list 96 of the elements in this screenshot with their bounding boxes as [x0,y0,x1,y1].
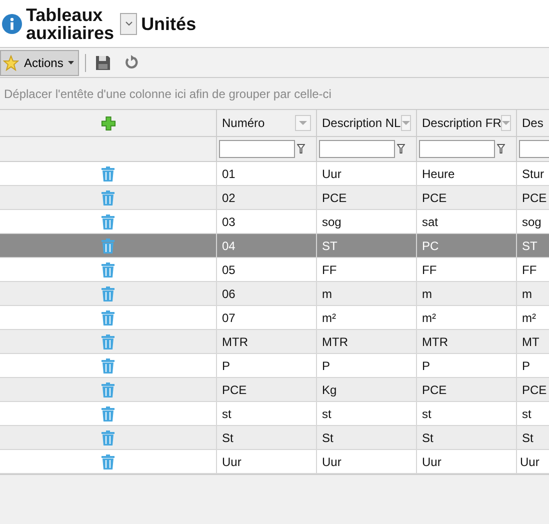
table-cell: P [516,354,549,378]
trash-icon[interactable] [101,334,115,350]
column-menu-button[interactable] [295,115,311,131]
table-cell: St [416,426,516,450]
table-cell: m [416,282,516,306]
chevron-down-icon [124,21,133,26]
column-header[interactable]: Description FR [416,110,516,137]
trash-icon[interactable] [101,358,115,374]
table-cell: St [316,426,416,450]
table-cell: Stur [516,162,549,186]
trash-icon[interactable] [101,310,115,326]
table-cell: PCE [416,186,516,210]
trash-icon[interactable] [101,430,115,446]
column-menu-button[interactable] [400,115,411,131]
table-cell: MTR [416,330,516,354]
table-cell: sat [416,210,516,234]
table-cell: PC [416,234,516,258]
table-cell: st [516,402,549,426]
table-cell: MTR [216,330,316,354]
table-cell: PCE [516,378,549,402]
column-header[interactable]: Numéro [216,110,316,137]
caret-icon [402,120,410,126]
table-cell: m [316,282,416,306]
table-cell: PCE [316,186,416,210]
table-cell: 03 [216,210,316,234]
table-cell: 07 [216,306,316,330]
trash-icon[interactable] [101,214,115,230]
table-cell: 02 [216,186,316,210]
table-cell: ST [516,234,549,258]
table-cell: st [416,402,516,426]
column-header[interactable]: Des [516,110,549,137]
table-cell: FF [516,258,549,282]
group-hint: Déplacer l'entête d'une colonne ici afin de grouper par celle-ci [4,86,332,100]
filter-field[interactable] [319,140,395,158]
filter-field[interactable] [219,140,295,158]
column-title: Description FR [422,116,502,130]
table-cell: st [316,402,416,426]
page-title: Tableaux auxiliaires [26,6,114,42]
table-cell: Uur [316,162,416,186]
table-cell: PCE [516,186,549,210]
table-cell: ST [316,234,416,258]
trash-icon[interactable] [101,406,115,422]
table-cell: sog [516,210,549,234]
table-cell: m² [516,306,549,330]
table-cell: 01 [216,162,316,186]
trash-icon[interactable] [101,238,115,254]
table-name: Unités [141,14,196,32]
table-cell: PCE [216,378,316,402]
trash-icon[interactable] [101,286,115,302]
caret-icon [68,60,74,64]
column-title: Description NL [322,116,401,130]
add-icon[interactable] [100,116,116,130]
trash-icon[interactable] [101,454,115,470]
table-cell: Uur [316,450,416,474]
dropdown-button[interactable] [120,12,138,34]
trash-icon[interactable] [101,166,115,182]
column-title: Des [522,116,544,130]
caret-icon [299,120,307,126]
table-cell: P [216,354,316,378]
table-cell: P [416,354,516,378]
save-icon[interactable] [95,54,112,70]
table-cell: PCE [416,378,516,402]
table-cell: st [216,402,316,426]
table-cell: P [316,354,416,378]
table-cell: Kg [316,378,416,402]
table-cell: FF [316,258,416,282]
filter-icon[interactable] [397,144,405,154]
trash-icon[interactable] [101,190,115,206]
trash-icon[interactable] [101,262,115,278]
table-cell: St [516,426,549,450]
table-cell: 06 [216,282,316,306]
actions-button[interactable]: Actions [0,50,80,76]
column-title: Numéro [222,116,265,130]
table-cell: Uur [416,450,516,474]
filter-field[interactable] [419,140,495,158]
table-cell: Uur [216,450,316,474]
filter-icon[interactable] [497,144,505,154]
table-cell: 05 [216,258,316,282]
column-header[interactable]: Description NL [316,110,416,137]
table-cell: m² [416,306,516,330]
trash-icon[interactable] [101,382,115,398]
table-cell: m² [316,306,416,330]
table-cell: m [516,282,549,306]
caret-icon [502,120,510,126]
star-icon [3,54,19,70]
table-cell: MT [516,330,549,354]
column-menu-button[interactable] [501,115,512,131]
table-cell: MTR [316,330,416,354]
table-cell: FF [416,258,516,282]
table-cell: St [216,426,316,450]
table-cell: Uur [516,450,549,474]
undo-icon[interactable] [123,54,140,70]
table-cell: 04 [216,234,316,258]
table-cell: sog [316,210,416,234]
table-cell: Heure [416,162,516,186]
filter-icon[interactable] [297,144,305,154]
